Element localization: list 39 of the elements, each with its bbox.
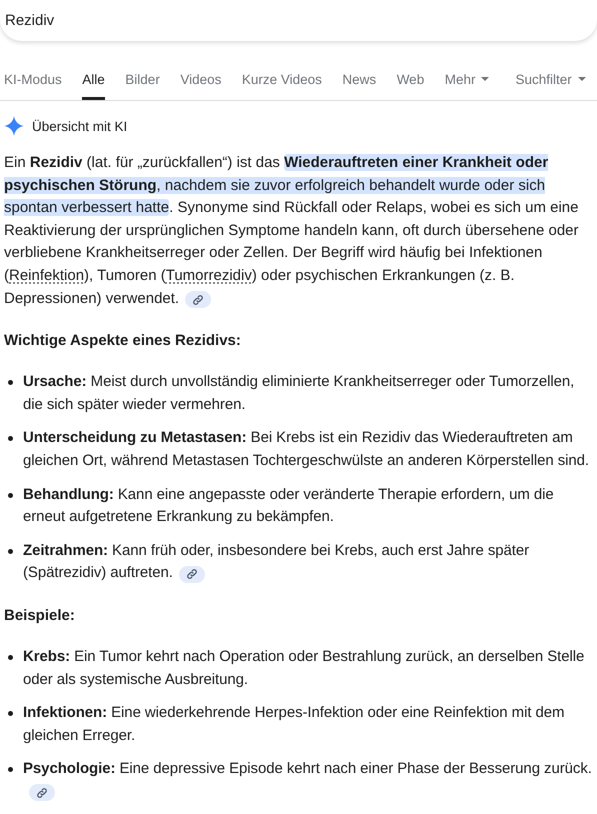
- bullet-icon: [8, 654, 13, 660]
- bullet-icon: [8, 767, 13, 772]
- link-icon: [36, 786, 48, 799]
- link-icon: [186, 568, 198, 580]
- list-item-text: Krebs: Ein Tumor kehrt nach Operation oder Bestrahlung zurück, an derselben Stelle oder als systemische Ausbreitung.: [23, 646, 586, 690]
- bullet-icon: [8, 436, 13, 442]
- intro-paragraph: Ein Rezidiv (lat. für „zurückfallen“) ist das Wiederauftreten einer Krankheit oder psychischen Störung, nachdem sie zuvor erfolgreich behandelt wurde oder sich spontan verbessert hatte. Synonyme sind Rückfall oder Relaps, wobei es sich um eine Reaktivierung der ursprünglichen Symptome handeln kann, oft durch übersehene oder verbliebene Krankheitserreger oder Zellen. Der Begriff wird häufig bei Infektionen (Reinfektion), Tumoren (Tumorrezidiv) oder psychischen Erkrankungen (z. B. Depressionen) verwendet.: [4, 153, 580, 310]
- tab[interactable]: Videos: [180, 61, 222, 100]
- tab[interactable]: KI-Modus: [4, 61, 62, 100]
- tab[interactable]: Kurze Videos: [242, 61, 322, 100]
- list-item-text: Zeitrahmen: Kann früh oder, insbesondere bei Krebs, auch erst Jahre später (Spätrezidiv) auftreten.: [23, 540, 530, 585]
- term-link[interactable]: Tumorrezidiv: [166, 266, 252, 284]
- list-item-text: Behandlung: Kann eine angepasste oder veränderte Therapie erfordern, um die erneut aufgetretene Erkrankung zu bekämpfen.: [23, 484, 555, 528]
- bullet-icon: [8, 711, 13, 716]
- citation-link-button[interactable]: [29, 784, 55, 802]
- bullet-icon: [8, 492, 13, 498]
- tab[interactable]: Web: [396, 61, 424, 100]
- term-link[interactable]: Reinfektion: [9, 266, 84, 284]
- section-heading: Wichtige Aspekte eines Rezidivs:: [4, 331, 242, 352]
- citation-link-button[interactable]: [185, 291, 212, 308]
- citation-link-button[interactable]: [178, 566, 205, 583]
- list-item-text: Psychologie: Eine depressive Episode kehrt nach einer Phase der Besserung zurück.: [23, 758, 597, 804]
- tab[interactable]: Alle: [82, 61, 105, 100]
- bullet-icon: [8, 380, 13, 386]
- section-heading: Beispiele:: [4, 606, 76, 626]
- link-icon: [192, 294, 204, 306]
- tab[interactable]: News: [342, 61, 376, 100]
- overview-title: Übersicht mit KI: [32, 118, 128, 134]
- search-field[interactable]: Rezidiv: [0, 0, 565, 41]
- list-item-text: Infektionen: Eine wiederkehrende Herpes-Infektion oder eine Reinfektion mit dem gleichen Erreger.: [23, 703, 566, 746]
- list-item-text: Ursache: Meist durch unvollständig eliminierte Krankheitserreger oder Tumorzellen, die sich später wieder vermehren.: [23, 372, 576, 415]
- bullet-icon: [8, 548, 13, 554]
- tab[interactable]: Mehr: [444, 61, 490, 100]
- tab[interactable]: Suchfilter: [515, 61, 586, 100]
- tab[interactable]: Bilder: [125, 61, 160, 100]
- sparkle-icon: [4, 116, 24, 136]
- list-item-text: Unterscheidung zu Metastasen: Bei Krebs ist ein Rezidiv das Wiederauftreten am gleichen Ort, während Metastasen Tochtergeschwülste an anderen Körperstellen sind.: [23, 428, 590, 471]
- caret-icon: [481, 77, 490, 81]
- caret-icon: [578, 77, 586, 81]
